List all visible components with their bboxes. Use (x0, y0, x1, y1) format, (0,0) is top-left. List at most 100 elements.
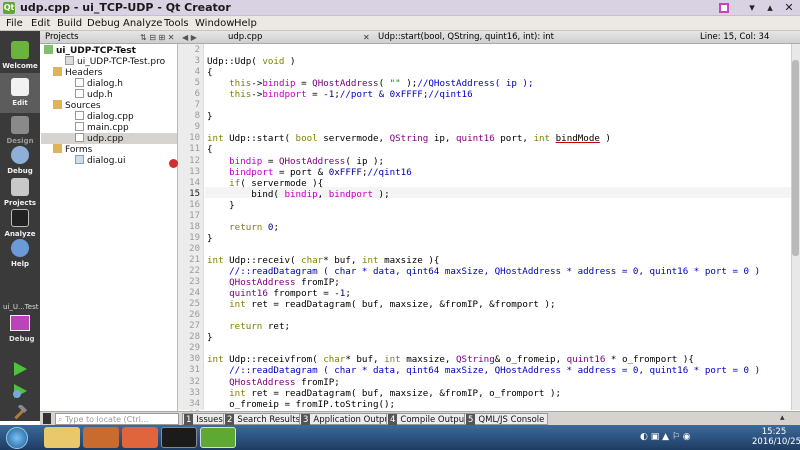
source-file-icon (75, 122, 84, 131)
code-line[interactable]: int ret = readDatagram( buf, maxsize, &f… (207, 388, 561, 399)
toggle-sidebar-icon[interactable] (43, 413, 51, 424)
output-pane-bar: ⌕ Type to locate (Ctrl... 1 Issues 2 Searc… (40, 411, 800, 426)
taskbar-qtcreator-icon[interactable] (200, 427, 236, 448)
menu-file[interactable]: File (6, 16, 23, 31)
code-line[interactable]: bindport = port & 0xFFFF;//qint16 (207, 167, 412, 178)
menu-debug[interactable]: Debug (87, 16, 120, 31)
menu-analyze[interactable]: Analyze (123, 16, 162, 31)
open-file-selector[interactable]: udp.cpp (228, 31, 262, 44)
line-number: 22 (189, 266, 200, 276)
code-line[interactable]: quint16 fromport = -1; (207, 288, 351, 299)
mode-help[interactable]: Help (0, 234, 40, 274)
code-line[interactable]: { (207, 67, 213, 78)
code-line[interactable]: { (207, 144, 213, 155)
line-number: 34 (189, 398, 200, 409)
line-number: 15 (189, 188, 200, 199)
line-number: 26 (189, 310, 200, 321)
code-line[interactable]: return ret; (207, 321, 290, 332)
project-view-selector[interactable]: Projects (45, 31, 79, 44)
line-number: 29 (189, 343, 200, 354)
menu-tools[interactable]: Tools (164, 16, 189, 31)
minimize-icon[interactable]: ▾ (746, 2, 758, 14)
mode-label: Edit (12, 99, 28, 107)
symbol-selector[interactable]: Udp::start(bool, QString, quint16, int):… (378, 31, 554, 44)
line-number: 28 (189, 332, 200, 343)
analyze-icon (11, 209, 29, 227)
output-expand-icon[interactable]: ▴ (780, 412, 785, 425)
code-line[interactable]: if( servermode ){ (207, 178, 323, 189)
pane-toolbar-icons[interactable]: ⇅ ⊟ ⊞ ✕ (140, 31, 174, 44)
mode-edit[interactable]: Edit (0, 73, 40, 113)
line-number: 3 (194, 56, 200, 67)
output-tab-compile-output[interactable]: 4 Compile Output (386, 413, 472, 426)
line-number: 24 (189, 288, 200, 299)
menu-window[interactable]: Window (195, 16, 234, 31)
code-line[interactable]: //::readDatagram ( char * data, qint64 m… (207, 365, 760, 376)
taskbar-app-icon[interactable] (83, 427, 119, 448)
nav-back-forward-icons[interactable]: ◀ ▶ (182, 31, 197, 44)
source-file-icon (75, 133, 84, 142)
kit-selector-icon[interactable] (10, 315, 30, 331)
line-number: 20 (189, 243, 200, 254)
menu-build[interactable]: Build (57, 16, 82, 31)
cursor-position: Line: 15, Col: 34 (700, 32, 770, 42)
run-icon[interactable] (12, 361, 28, 381)
code-line[interactable]: QHostAddress fromIP; (207, 377, 340, 388)
menu-help[interactable]: Help (234, 16, 257, 31)
line-number: 5 (194, 78, 200, 89)
code-line[interactable]: int Udp::receivfrom( char* buf, int maxs… (207, 354, 694, 365)
pro-file-icon (65, 56, 74, 65)
line-number: 19 (189, 232, 200, 243)
tray-icons[interactable]: ◐ ▣ ▲ ⚐ ◉ (640, 432, 691, 442)
output-tab-search-results[interactable]: 2 Search Results (223, 413, 305, 426)
debug-run-icon[interactable] (12, 383, 28, 403)
line-number: 13 (189, 166, 200, 177)
close-icon[interactable]: ✕ (783, 2, 795, 14)
start-button-icon[interactable] (6, 427, 28, 449)
code-line[interactable]: o_fromeip = fromIP.toString(); (207, 399, 395, 410)
output-tab-qml-console[interactable]: 5 QML/JS Console (464, 413, 549, 426)
menu-edit[interactable]: Edit (31, 16, 50, 31)
code-line[interactable]: } (207, 111, 213, 122)
close-document-icon[interactable]: ✕ (363, 31, 370, 44)
window-app-icon (718, 2, 730, 14)
projects-icon (11, 178, 29, 196)
tree-item-dialog-ui[interactable]: dialog.ui (75, 155, 126, 167)
code-line[interactable]: Udp::Udp( void ) (207, 56, 296, 67)
windows-taskbar: ◐ ▣ ▲ ⚐ ◉ 15:25 2016/10/25 (0, 425, 800, 450)
mode-welcome[interactable]: Welcome (0, 35, 40, 75)
code-line[interactable]: int ret = readDatagram( buf, maxsize, &f… (207, 299, 555, 310)
taskbar-media-icon[interactable] (122, 427, 158, 448)
scrollbar-thumb[interactable] (792, 60, 799, 256)
mode-label: Welcome (2, 62, 38, 70)
code-line[interactable]: this->bindport = -1;//port & 0xFFFF;//qi… (207, 89, 472, 100)
output-tab-application-output[interactable]: 3 Application Output (299, 413, 398, 426)
window-title: udp.cpp - ui_TCP-UDP - Qt Creator (20, 1, 231, 14)
taskbar-explorer-icon[interactable] (44, 427, 80, 448)
code-line[interactable]: return 0; (207, 222, 279, 233)
code-line[interactable]: bind( bindip, bindport ); (207, 189, 389, 200)
maximize-icon[interactable]: ▴ (764, 2, 776, 14)
output-tab-issues[interactable]: 1 Issues (182, 413, 227, 426)
code-line[interactable]: bindip = QHostAddress( ip ); (207, 156, 384, 167)
code-line[interactable]: } (207, 200, 235, 211)
line-number: 23 (189, 277, 200, 288)
line-number: 16 (189, 199, 200, 210)
clock[interactable]: 15:25 2016/10/25 (752, 427, 800, 447)
locator-input[interactable]: ⌕ Type to locate (Ctrl... (55, 413, 179, 425)
taskbar-terminal-icon[interactable] (161, 427, 197, 448)
build-hammer-icon[interactable] (12, 403, 28, 425)
code-line[interactable]: int Udp::receiv( char* buf, int maxsize … (207, 255, 439, 266)
breakpoint-icon[interactable] (169, 159, 178, 168)
code-editor[interactable]: Udp::Udp( void ){ this->bindip = QHostAd… (205, 44, 795, 410)
code-line[interactable]: //::readDatagram ( char * data, qint64 m… (207, 266, 760, 277)
folder-icon (53, 100, 62, 109)
code-line[interactable]: } (207, 332, 213, 343)
header-file-icon (75, 78, 84, 87)
code-line[interactable]: this->bindip = QHostAddress( "" );//QHos… (207, 78, 533, 89)
line-number: 8 (194, 111, 200, 122)
code-line[interactable]: QHostAddress fromIP; (207, 277, 340, 288)
code-line[interactable]: } (207, 233, 213, 244)
search-icon: ⌕ (58, 415, 66, 424)
code-line[interactable]: int Udp::start( bool servermode, QString… (207, 133, 611, 144)
